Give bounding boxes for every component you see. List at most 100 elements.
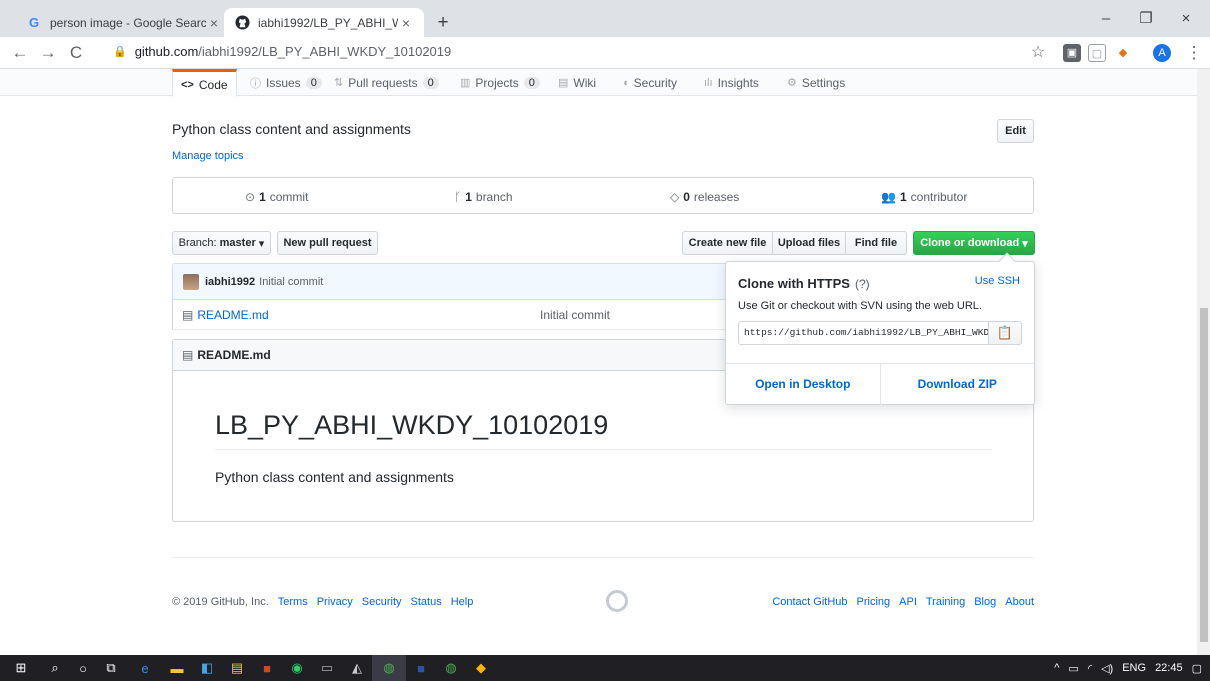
releases-link[interactable]: ◇ 0 releases bbox=[670, 178, 739, 215]
notes-icon[interactable]: ▤ bbox=[220, 655, 254, 681]
open-in-desktop-button[interactable]: Open in Desktop bbox=[726, 364, 881, 405]
branch-icon: ᚴ bbox=[454, 189, 462, 204]
extension-icon[interactable]: ▣ bbox=[1063, 44, 1081, 62]
clone-or-download-button[interactable]: Clone or download ▾ bbox=[913, 231, 1035, 255]
contributors-link[interactable]: 👥 1 contributor bbox=[881, 178, 967, 215]
language-indicator[interactable]: ENG bbox=[1122, 662, 1146, 674]
tab-security[interactable]: ◖ Security bbox=[622, 69, 677, 96]
contributor-label: contributor bbox=[910, 189, 968, 204]
question-icon[interactable]: (?) bbox=[855, 277, 870, 291]
tab-label: Pull requests bbox=[348, 75, 418, 90]
download-zip-button[interactable]: Download ZIP bbox=[881, 364, 1035, 405]
footer-link-privacy[interactable]: Privacy bbox=[317, 596, 353, 608]
footer-link-terms[interactable]: Terms bbox=[278, 596, 308, 608]
footer-link-training[interactable]: Training bbox=[926, 596, 965, 608]
contributor-count: 1 bbox=[899, 189, 907, 204]
bookmark-star-icon[interactable]: ☆ bbox=[1026, 41, 1050, 65]
branch-select-label: Branch: bbox=[178, 237, 217, 249]
edge-icon[interactable]: e bbox=[128, 655, 162, 681]
terminal-icon[interactable]: ▭ bbox=[310, 655, 344, 681]
tab-code[interactable]: <> Code bbox=[172, 69, 237, 97]
back-button[interactable]: ← bbox=[8, 41, 32, 65]
avatar[interactable] bbox=[183, 273, 199, 290]
footer-link-api[interactable]: API bbox=[899, 596, 917, 608]
url-field[interactable]: 🔒 github.com/iabhi1992/LB_PY_ABHI_WKDY_1… bbox=[113, 44, 451, 59]
reload-button[interactable]: C bbox=[64, 41, 88, 65]
restore-button[interactable]: ❐ bbox=[1126, 4, 1166, 34]
footer-link-pricing[interactable]: Pricing bbox=[857, 596, 891, 608]
edit-button[interactable]: Edit bbox=[997, 119, 1034, 143]
app-icon[interactable]: ◭ bbox=[340, 655, 374, 681]
new-pull-request-button[interactable]: New pull request bbox=[277, 231, 378, 255]
tab-pull-requests[interactable]: ⇅ Pull requests 0 bbox=[334, 69, 439, 96]
app-icon[interactable]: ◧ bbox=[190, 655, 224, 681]
footer-link-help[interactable]: Help bbox=[451, 596, 474, 608]
readme-title: LB_PY_ABHI_WKDY_10102019 bbox=[215, 410, 992, 450]
upload-files-button[interactable]: Upload files bbox=[772, 231, 846, 255]
clone-popup-title: Clone with HTTPS (?) bbox=[738, 276, 870, 291]
profile-avatar[interactable]: A bbox=[1153, 44, 1171, 62]
readme-text: Python class content and assignments bbox=[215, 469, 454, 485]
file-commit-message[interactable]: Initial commit bbox=[540, 308, 610, 322]
tab-settings[interactable]: ⚙ Settings bbox=[787, 69, 845, 96]
extension-icon[interactable]: ◆ bbox=[1114, 44, 1132, 62]
caret-down-icon: ▾ bbox=[258, 237, 265, 250]
github-logo-icon[interactable] bbox=[606, 590, 628, 612]
commit-author[interactable]: iabhi1992 bbox=[205, 276, 255, 288]
tab-close-icon[interactable]: × bbox=[398, 15, 414, 31]
file-explorer-icon[interactable]: ▬ bbox=[160, 655, 194, 681]
footer-link-blog[interactable]: Blog bbox=[974, 596, 996, 608]
tab-close-icon[interactable]: × bbox=[206, 15, 222, 31]
tab-github-repo[interactable]: iabhi1992/LB_PY_ABHI_WKDY_10 × bbox=[224, 8, 424, 37]
tab-google-search[interactable]: G person image - Google Search × bbox=[16, 8, 232, 37]
clock[interactable]: 22:45 bbox=[1155, 662, 1183, 674]
tab-label: Issues bbox=[266, 75, 301, 90]
find-file-button[interactable]: Find file bbox=[845, 231, 907, 255]
wifi-icon[interactable]: ◜ bbox=[1088, 662, 1092, 675]
app-icon[interactable]: ◍ bbox=[434, 655, 468, 681]
branches-link[interactable]: ᚴ 1 branch bbox=[454, 178, 513, 215]
url-path: /iabhi1992/LB_PY_ABHI_WKDY_10102019 bbox=[198, 44, 452, 59]
window-close-button[interactable]: × bbox=[1166, 4, 1206, 34]
minimize-button[interactable]: – bbox=[1086, 4, 1126, 34]
powerpoint-icon[interactable]: ■ bbox=[250, 655, 284, 681]
chevron-up-icon[interactable]: ^ bbox=[1054, 662, 1059, 674]
footer-link-about[interactable]: About bbox=[1005, 596, 1034, 608]
app-icon[interactable]: ◆ bbox=[464, 655, 498, 681]
clone-url-input[interactable]: https://github.com/iabhi1992/LB_PY_ABHI_… bbox=[738, 321, 989, 345]
browser-menu-icon[interactable]: ⋮ bbox=[1182, 41, 1206, 65]
extension-icon[interactable]: ▢ bbox=[1088, 44, 1106, 62]
clipboard-icon[interactable]: 📋 bbox=[988, 321, 1022, 345]
tab-wiki[interactable]: ▤ Wiki bbox=[558, 69, 596, 96]
task-view-icon[interactable]: ⧉ bbox=[94, 655, 128, 681]
tab-insights[interactable]: ılı Insights bbox=[704, 69, 759, 96]
forward-button[interactable]: → bbox=[36, 41, 60, 65]
battery-icon[interactable]: ▭ bbox=[1068, 662, 1078, 675]
scrollbar-thumb[interactable] bbox=[1200, 308, 1208, 642]
manage-topics-link[interactable]: Manage topics bbox=[172, 150, 244, 162]
tab-issues[interactable]: ⓘ Issues 0 bbox=[250, 69, 322, 96]
footer-link-status[interactable]: Status bbox=[411, 596, 442, 608]
graph-icon: ılı bbox=[704, 76, 713, 89]
file-name-link[interactable]: README.md bbox=[197, 308, 268, 322]
tab-label: Wiki bbox=[573, 75, 597, 90]
word-icon[interactable]: ■ bbox=[404, 655, 438, 681]
commits-link[interactable]: ⊙ 1 commit bbox=[245, 178, 308, 215]
whatsapp-icon[interactable]: ◉ bbox=[280, 655, 314, 681]
system-tray: ^ ▭ ◜ ◁) ENG 22:45 ▢ bbox=[1045, 655, 1210, 681]
notification-icon[interactable]: ▢ bbox=[1192, 662, 1202, 675]
windows-start-icon[interactable]: ⊞ bbox=[4, 655, 38, 681]
new-tab-button[interactable]: + bbox=[431, 12, 455, 34]
repo-summary: ⊙ 1 commit ᚴ 1 branch ◇ 0 releases 👥 1 contribut… bbox=[172, 177, 1034, 214]
tab-label: Code bbox=[198, 77, 228, 92]
use-ssh-link[interactable]: Use SSH bbox=[975, 275, 1020, 287]
chrome-icon[interactable]: ◍ bbox=[372, 655, 406, 681]
tab-projects[interactable]: ▥ Projects 0 bbox=[460, 69, 540, 96]
volume-icon[interactable]: ◁) bbox=[1101, 662, 1113, 675]
footer-divider bbox=[172, 557, 1034, 558]
branch-select[interactable]: Branch: master ▾ bbox=[172, 231, 271, 255]
footer-link-security[interactable]: Security bbox=[362, 596, 402, 608]
footer-link-contact[interactable]: Contact GitHub bbox=[772, 596, 847, 608]
create-new-file-button[interactable]: Create new file bbox=[682, 231, 773, 255]
commit-message[interactable]: Initial commit bbox=[259, 276, 323, 288]
